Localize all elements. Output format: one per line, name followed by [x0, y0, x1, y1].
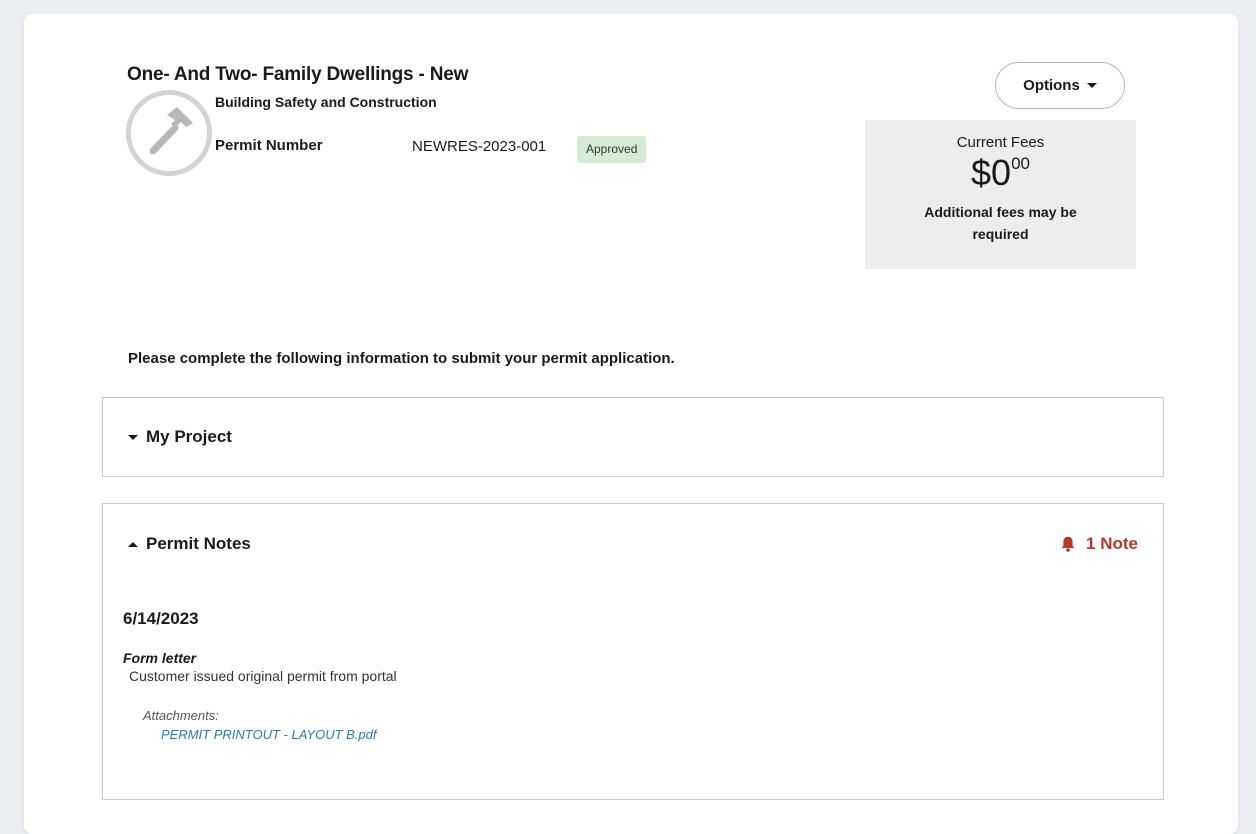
- bell-icon: [1061, 536, 1075, 552]
- permit-notes-title: Permit Notes: [146, 534, 251, 553]
- note-type: Form letter: [123, 650, 197, 666]
- notes-count: 1 Note: [1061, 534, 1138, 554]
- status-badge: Approved: [577, 136, 647, 163]
- options-button[interactable]: Options: [995, 62, 1125, 109]
- notes-count-label: 1 Note: [1086, 534, 1138, 553]
- fees-dollars: $0: [971, 152, 1012, 193]
- permit-card: One- And Two- Family Dwellings - New Bui…: [24, 14, 1238, 834]
- note-date: 6/14/2023: [123, 609, 199, 628]
- caret-down-icon: [128, 434, 138, 440]
- fees-cents: 00: [1011, 154, 1030, 173]
- caret-down-icon: [1086, 83, 1097, 88]
- current-fees-box: Current Fees $000 Additional fees may be…: [865, 120, 1136, 269]
- attachments-label: Attachments:: [143, 708, 219, 723]
- instructions-text: Please complete the following informatio…: [128, 350, 675, 367]
- my-project-title: My Project: [146, 427, 232, 446]
- permit-number-label: Permit Number: [215, 137, 323, 154]
- caret-up-icon: [128, 541, 138, 547]
- department-name: Building Safety and Construction: [215, 94, 437, 110]
- note-text: Customer issued original permit from por…: [129, 668, 397, 684]
- my-project-panel: My Project: [102, 397, 1164, 477]
- permit-title: One- And Two- Family Dwellings - New: [127, 64, 469, 85]
- hammer-icon: [126, 90, 212, 176]
- additional-fees-note: Additional fees may be required: [924, 204, 1077, 242]
- permit-notes-panel: Permit Notes 1 Note 6/14/2023 Form lette…: [102, 503, 1164, 800]
- current-fees-amount: $000: [865, 153, 1136, 195]
- attachment-link[interactable]: PERMIT PRINTOUT - LAYOUT B.pdf: [161, 727, 377, 742]
- my-project-toggle[interactable]: My Project: [128, 427, 232, 447]
- options-label: Options: [1023, 77, 1080, 94]
- permit-notes-toggle[interactable]: Permit Notes: [128, 534, 251, 554]
- permit-number-value: NEWRES-2023-001: [412, 138, 547, 155]
- current-fees-label: Current Fees: [956, 134, 1045, 151]
